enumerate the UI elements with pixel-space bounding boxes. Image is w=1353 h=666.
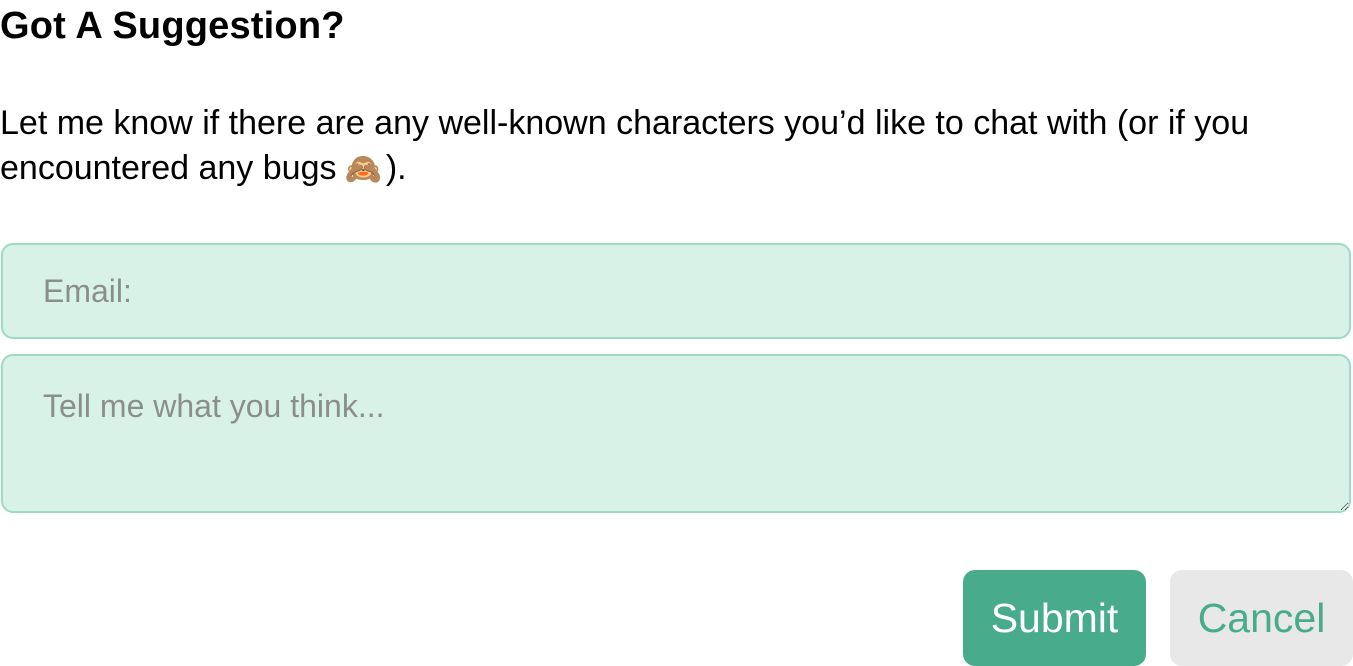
dialog-description: Let me know if there are any well-known …	[0, 101, 1350, 192]
see-no-evil-monkey-icon: 🙈	[344, 153, 382, 186]
description-end: ).	[385, 149, 407, 187]
email-field[interactable]	[1, 243, 1351, 339]
cancel-button[interactable]: Cancel	[1170, 570, 1353, 666]
description-text: Let me know if there are any well-known …	[0, 104, 1250, 187]
dialog-title: Got A Suggestion?	[0, 5, 345, 47]
message-textarea[interactable]	[1, 354, 1351, 513]
suggestion-dialog: Got A Suggestion? Let me know if there a…	[0, 0, 1353, 666]
submit-button[interactable]: Submit	[963, 570, 1146, 666]
